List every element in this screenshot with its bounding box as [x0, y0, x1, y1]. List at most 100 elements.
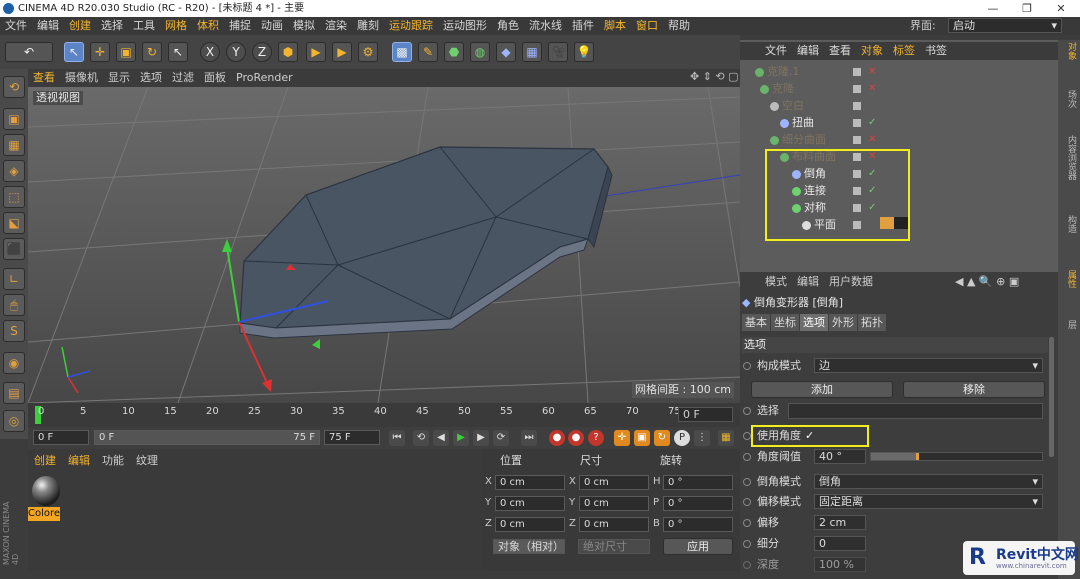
- restore-button[interactable]: ❐: [1010, 0, 1044, 17]
- frame-range-slider[interactable]: 0 F 75 F: [94, 430, 320, 445]
- object-tree-row[interactable]: 克隆.1: [755, 64, 800, 80]
- object-menu-item[interactable]: 书签: [920, 42, 952, 60]
- render-picture-icon[interactable]: ▶: [332, 42, 352, 62]
- minimize-button[interactable]: —: [976, 0, 1010, 17]
- menu-item[interactable]: 流水线: [524, 17, 567, 35]
- layout-select[interactable]: 启动 ▾: [948, 18, 1062, 33]
- anim-dot-icon[interactable]: [743, 498, 751, 506]
- close-button[interactable]: ✕: [1044, 0, 1078, 17]
- material-menu-item[interactable]: 编辑: [62, 453, 96, 469]
- anim-dot-icon[interactable]: [743, 453, 751, 461]
- perspective-viewport[interactable]: [28, 87, 740, 403]
- visibility-dots-icon[interactable]: [853, 136, 861, 144]
- right-tab[interactable]: 内容浏览器: [1060, 135, 1078, 180]
- menu-item[interactable]: 网格: [160, 17, 192, 35]
- menu-item[interactable]: 创建: [64, 17, 96, 35]
- axis-z-button[interactable]: Z: [252, 42, 272, 62]
- lock-workplane-icon[interactable]: ▤: [3, 382, 25, 404]
- cube-icon[interactable]: ▩: [392, 42, 412, 62]
- menu-item[interactable]: 动画: [256, 17, 288, 35]
- object-tree-row[interactable]: 扭曲: [780, 115, 814, 131]
- offset-field[interactable]: 2 cm: [814, 515, 866, 530]
- undo-button[interactable]: ↶: [5, 42, 53, 62]
- viewport-menu-item[interactable]: 面板: [199, 69, 231, 87]
- texture-mode-icon[interactable]: ▦: [3, 134, 25, 156]
- menu-item[interactable]: 文件: [0, 17, 32, 35]
- menu-item[interactable]: 捕捉: [224, 17, 256, 35]
- key-position-icon[interactable]: ✛: [614, 430, 630, 446]
- render-view-icon[interactable]: ▶: [306, 42, 326, 62]
- snap-icon[interactable]: S: [3, 320, 25, 342]
- attribute-tab[interactable]: 拓扑: [858, 314, 886, 331]
- viewport-menu-item[interactable]: 显示: [103, 69, 135, 87]
- anim-dot-icon[interactable]: [743, 478, 751, 486]
- coordinate-system-icon[interactable]: ⬢: [278, 42, 298, 62]
- viewport-menu-item[interactable]: 摄像机: [60, 69, 103, 87]
- menu-item[interactable]: 编辑: [32, 17, 64, 35]
- right-tab[interactable]: 构造: [1060, 215, 1078, 233]
- axis-lock-icon[interactable]: ◎: [3, 410, 25, 432]
- right-tab[interactable]: 对象: [1060, 42, 1078, 60]
- coord-pos-field[interactable]: 0 cm: [495, 475, 565, 490]
- polygons-mode-icon[interactable]: ⬛: [3, 238, 25, 260]
- component-mode-select[interactable]: 边 ▾: [814, 358, 1043, 373]
- prev-key-icon[interactable]: ⟲: [413, 430, 429, 446]
- axis-y-button[interactable]: Y: [226, 42, 246, 62]
- material-preview[interactable]: [32, 476, 60, 506]
- right-tab[interactable]: 属性: [1060, 270, 1078, 288]
- play-icon[interactable]: ▶: [453, 430, 469, 446]
- rotate-tool-icon[interactable]: ↻: [142, 42, 162, 62]
- pen-icon[interactable]: ✎: [418, 42, 438, 62]
- next-key-icon[interactable]: ⟳: [493, 430, 509, 446]
- goto-start-icon[interactable]: ⏮: [389, 430, 405, 446]
- coord-size-field[interactable]: 0 cm: [579, 517, 649, 532]
- keyframe-selection-icon[interactable]: ?: [588, 430, 604, 446]
- object-menu-item[interactable]: 对象: [856, 42, 888, 60]
- add-button[interactable]: 添加: [751, 381, 893, 398]
- axis-x-button[interactable]: X: [200, 42, 220, 62]
- enable-toggle-icon[interactable]: ✕: [868, 132, 876, 148]
- record-active-icon[interactable]: ●: [549, 430, 565, 446]
- make-editable-icon[interactable]: ⟲: [3, 76, 25, 98]
- goto-end-icon[interactable]: ⏭: [521, 430, 537, 446]
- apply-button[interactable]: 应用: [663, 538, 733, 555]
- points-mode-icon[interactable]: ⬚: [3, 186, 25, 208]
- attribute-tab[interactable]: 基本: [742, 314, 770, 331]
- menu-item[interactable]: 渲染: [320, 17, 352, 35]
- key-param-icon[interactable]: P: [674, 430, 690, 446]
- attribute-scrollbar[interactable]: [1049, 337, 1054, 457]
- attr-nav-icons[interactable]: ◀ ▲ 🔍 ⊕ ▣: [955, 275, 1019, 288]
- viewport-menu-item[interactable]: 选项: [135, 69, 167, 87]
- bevel-mode-select[interactable]: 倒角 ▾: [814, 474, 1043, 489]
- menu-item[interactable]: 角色: [492, 17, 524, 35]
- menu-item[interactable]: 插件: [567, 17, 599, 35]
- object-tree-row[interactable]: 细分曲面: [770, 132, 826, 148]
- anim-dot-icon[interactable]: [743, 519, 751, 527]
- menu-item[interactable]: 体积: [192, 17, 224, 35]
- coord-pos-field[interactable]: 0 cm: [495, 517, 565, 532]
- attribute-menu-item[interactable]: 用户数据: [824, 274, 878, 290]
- depth-field[interactable]: 100 %: [814, 557, 866, 572]
- object-menu-item[interactable]: 标签: [888, 42, 920, 60]
- object-menu-item[interactable]: 文件: [760, 42, 792, 60]
- angle-threshold-field[interactable]: 40 °: [814, 449, 866, 464]
- coord-pos-field[interactable]: 0 cm: [495, 496, 565, 511]
- viewport-menu-item[interactable]: ProRender: [231, 69, 298, 87]
- menu-item[interactable]: 运动图形: [438, 17, 492, 35]
- coord-rot-field[interactable]: 0 °: [663, 517, 733, 532]
- menu-item[interactable]: 运动跟踪: [384, 17, 438, 35]
- enable-toggle-icon[interactable]: ✕: [868, 64, 876, 80]
- coord-size-field[interactable]: 0 cm: [579, 475, 649, 490]
- workplane-icon[interactable]: ◈: [3, 160, 25, 182]
- anim-dot-icon[interactable]: [743, 540, 751, 548]
- scale-tool-icon[interactable]: ▣: [116, 42, 136, 62]
- tweak-mode-icon[interactable]: 🖱: [3, 294, 25, 316]
- offset-mode-select[interactable]: 固定距离 ▾: [814, 494, 1043, 509]
- attribute-menu-item[interactable]: 编辑: [792, 274, 824, 290]
- size-mode-select[interactable]: 绝对尺寸: [578, 539, 650, 554]
- visibility-dots-icon[interactable]: [853, 68, 861, 76]
- coord-size-field[interactable]: 0 cm: [579, 496, 649, 511]
- enable-toggle-icon[interactable]: ✕: [868, 81, 876, 97]
- next-frame-icon[interactable]: ▶: [473, 430, 489, 446]
- anim-dot-icon[interactable]: [743, 561, 751, 569]
